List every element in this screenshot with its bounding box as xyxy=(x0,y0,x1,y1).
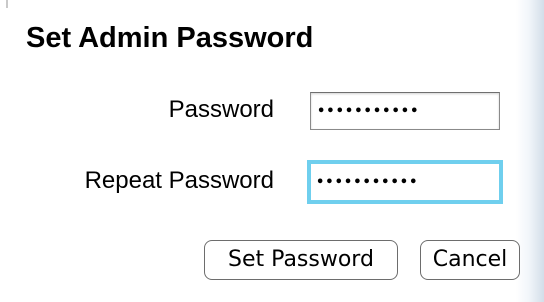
window-edge-shadow xyxy=(516,0,544,302)
cancel-button[interactable]: Cancel xyxy=(420,240,520,280)
repeat-password-label: Repeat Password xyxy=(84,167,274,194)
repeat-password-field[interactable] xyxy=(307,160,503,204)
set-admin-password-dialog: Set Admin Password Password Repeat Passw… xyxy=(0,0,520,302)
set-password-button[interactable]: Set Password xyxy=(204,240,398,280)
screen-canvas: Set Admin Password Password Repeat Passw… xyxy=(0,0,544,302)
password-field[interactable] xyxy=(310,92,500,130)
password-label: Password xyxy=(168,96,274,123)
dialog-title: Set Admin Password xyxy=(26,22,314,54)
